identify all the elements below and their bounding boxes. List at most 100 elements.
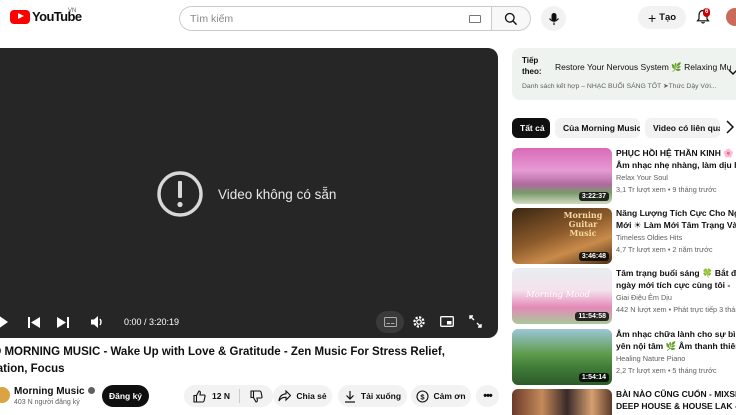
- thumbnail-text: Morning Mood: [526, 290, 591, 300]
- recommendation-meta: 442 N lượt xem • Phát trực tiếp 3 tháng …: [616, 305, 736, 314]
- chip-from-channel[interactable]: Của Morning Music: [555, 118, 640, 138]
- video-title-line-2: axation, Focus: [0, 363, 65, 375]
- channel-avatar[interactable]: [0, 387, 10, 403]
- chip-all[interactable]: Tất cả: [512, 118, 550, 138]
- thumbnail-text: Morning Guitar Music: [563, 210, 603, 238]
- search-box: [179, 6, 491, 31]
- video-title-line-1: OD MORNING MUSIC - Wake Up with Love & G…: [0, 346, 445, 358]
- recommendation-title-line-2: ngày mới tích cực cùng tôi -: [616, 279, 731, 290]
- duration-badge: 3:46:48: [578, 252, 609, 261]
- unavailable-text: Video không có sẵn: [218, 186, 337, 202]
- chip-related[interactable]: Video có liên quan: [645, 118, 720, 138]
- recommendation-channel: Relax Your Soul: [616, 173, 668, 182]
- thumbnail[interactable]: 3:22:37: [512, 148, 612, 204]
- thumbnail[interactable]: Morning Guitar Music 3:46:48: [512, 208, 612, 264]
- volume-icon[interactable]: [91, 315, 105, 329]
- thanks-button[interactable]: $ Cảm ơn: [411, 385, 471, 407]
- account-avatar[interactable]: [726, 8, 736, 26]
- player-controls: 0:00 / 3:20:19: [0, 309, 498, 335]
- duration-badge: 3:22:37: [578, 192, 609, 201]
- recommendation-title-line-1: PHỤC HỒI HỆ THẦN KINH 🌸: [616, 148, 734, 158]
- recommendation-title: Tâm trạng buổi sáng 🍀 Bắt đầu ngày mới t…: [616, 268, 736, 291]
- like-dislike-group: 12 N: [184, 385, 273, 407]
- recommendation-channel: Giai Điệu Êm Dịu: [616, 293, 672, 302]
- recommendation-title-line-1: Năng Lượng Tích Cực Cho Ngày: [616, 208, 736, 218]
- svg-text:$: $: [421, 392, 426, 401]
- share-label: Chia sẻ: [296, 391, 327, 401]
- youtube-play-icon: [10, 9, 30, 24]
- recommendation-title: BÀI NÀO CŨNG CUỐN - MIXSET DEEP HOUSE & …: [616, 389, 736, 412]
- recommendation-title: PHỤC HỒI HỆ THẦN KINH 🌸 Âm nhạc nhẹ nhàn…: [616, 148, 736, 171]
- thanks-label: Cảm ơn: [433, 391, 466, 401]
- unavailable-message: Video không có sẵn: [156, 170, 336, 218]
- recommendation-item[interactable]: 3:22:37 PHỤC HỒI HỆ THẦN KINH 🌸 Âm nhạc …: [512, 148, 736, 204]
- video-title: OD MORNING MUSIC - Wake Up with Love & G…: [0, 344, 504, 378]
- search-input[interactable]: [190, 12, 460, 26]
- recommendation-title-line-2: Âm nhạc nhẹ nhàng, làm dịu h...: [616, 159, 736, 170]
- miniplayer-icon[interactable]: [440, 316, 454, 327]
- recommendation-title: Âm nhạc chữa lành cho sự bình yên nội tâ…: [616, 329, 736, 352]
- recommendation-title-line-1: Tâm trạng buổi sáng 🍀 Bắt đầu: [616, 268, 736, 278]
- search-bar: [179, 6, 531, 31]
- recommendation-item[interactable]: 1:54:14 Âm nhạc chữa lành cho sự bình yê…: [512, 329, 736, 385]
- thumbnail[interactable]: 1:54:14: [512, 329, 612, 385]
- chevron-right-icon[interactable]: [726, 120, 734, 134]
- create-button[interactable]: + Tạo: [638, 6, 686, 29]
- like-count: 12 N: [212, 391, 230, 401]
- top-bar: YouTube VN + Tạo 6: [0, 0, 736, 36]
- chevron-down-icon[interactable]: [728, 68, 736, 76]
- voice-search-button[interactable]: [541, 6, 566, 31]
- subscribe-button[interactable]: Đăng ký: [102, 385, 149, 407]
- recommendation-title-line-1: BÀI NÀO CŨNG CUỐN - MIXSET: [616, 389, 736, 399]
- settings-gear-icon[interactable]: [412, 315, 426, 329]
- download-icon: [344, 390, 355, 403]
- recommendation-item[interactable]: Morning Mood 11:54:58 Tâm trạng buổi sán…: [512, 268, 736, 324]
- recommendation-title-line-2: Mới ☀ Làm Mới Tâm Trạng Và...: [616, 219, 736, 230]
- channel-name-text: Morning Music: [14, 386, 85, 397]
- plus-icon: +: [647, 9, 657, 26]
- time-display: 0:00 / 3:20:19: [124, 317, 180, 327]
- share-button[interactable]: Chia sẻ: [273, 385, 332, 407]
- create-label: Tạo: [659, 12, 677, 23]
- thumbnail[interactable]: Morning Mood 11:54:58: [512, 268, 612, 324]
- more-actions-button[interactable]: •••: [476, 385, 499, 407]
- channel-name[interactable]: Morning Music: [14, 386, 95, 397]
- search-icon: [504, 12, 518, 25]
- play-icon[interactable]: [0, 315, 10, 329]
- next-icon[interactable]: [57, 317, 69, 328]
- subscriber-count: 403 N người đăng ký: [14, 399, 80, 406]
- recommendation-title-line-2: DEEP HOUSE & HOUSE LAK -: [616, 400, 736, 411]
- playlist-subtitle: Danh sách kết hợp – NHẠC BUỔI SÁNG TỐT ➤…: [522, 83, 717, 90]
- recommendation-title-line-1: Âm nhạc chữa lành cho sự bình: [616, 329, 736, 339]
- recommendation-meta: 3,1 Tr lượt xem • 9 tháng trước: [616, 185, 717, 194]
- share-arrow-icon: [278, 390, 292, 402]
- alert-icon: [157, 171, 203, 217]
- notification-badge: 6: [703, 8, 711, 17]
- microphone-icon: [548, 12, 559, 25]
- recommendation-channel: Timeless Oldies Hits: [616, 233, 683, 242]
- recommendation-title: Năng Lượng Tích Cực Cho Ngày Mới ☀ Làm M…: [616, 208, 736, 231]
- download-button[interactable]: Tải xuống: [338, 385, 407, 407]
- recommendation-meta: 2,2 Tr lượt xem • 5 tháng trước: [616, 366, 717, 375]
- up-next-title: Restore Your Nervous System 🌿 Relaxing M…: [555, 62, 731, 72]
- subtitles-icon: [383, 317, 397, 327]
- recommendation-item[interactable]: BÀI NÀO CŨNG CUỐN - MIXSET DEEP HOUSE & …: [512, 389, 736, 415]
- keyboard-icon[interactable]: [469, 15, 481, 23]
- more-horizontal-icon: •••: [483, 390, 493, 402]
- subtitles-button[interactable]: [376, 311, 404, 333]
- recommendation-item[interactable]: Morning Guitar Music 3:46:48 Năng Lượng …: [512, 208, 736, 264]
- fullscreen-icon[interactable]: [469, 315, 482, 328]
- like-button[interactable]: 12 N: [184, 389, 240, 403]
- search-button[interactable]: [491, 6, 531, 31]
- previous-icon[interactable]: [28, 317, 40, 328]
- thumbs-down-icon: [250, 389, 263, 403]
- country-code: VN: [68, 8, 77, 14]
- video-player[interactable]: Video không có sẵn 0:00 / 3:20:19: [0, 48, 498, 338]
- verified-icon: [87, 387, 95, 394]
- up-next-playlist[interactable]: Tiếp theo: Restore Your Nervous System 🌿…: [512, 48, 736, 100]
- thumbnail[interactable]: [512, 389, 612, 415]
- thumbs-up-icon: [193, 389, 206, 403]
- duration-badge: 11:54:58: [575, 312, 609, 321]
- up-next-label: Tiếp theo:: [522, 56, 542, 76]
- dislike-button[interactable]: [240, 389, 273, 403]
